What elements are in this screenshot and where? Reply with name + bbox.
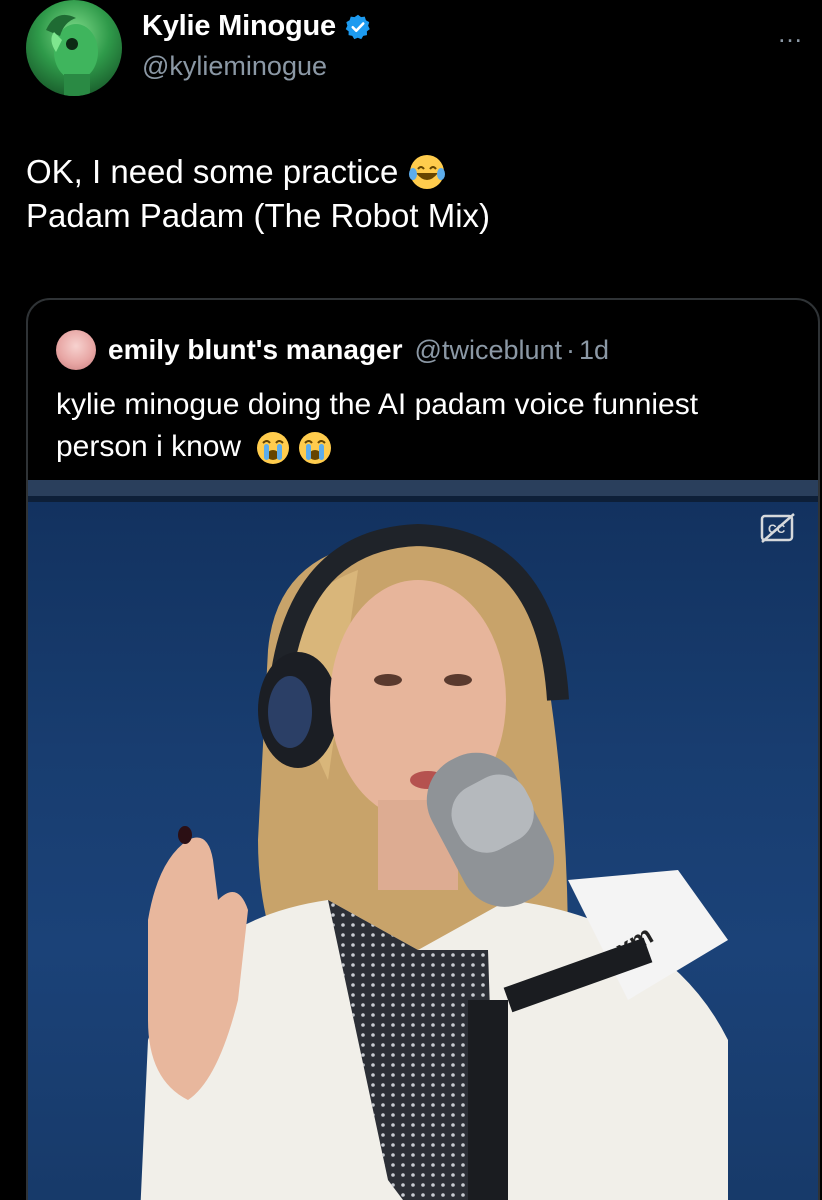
loudly-crying-face-icon [257, 432, 290, 465]
quoted-tweet[interactable]: emily blunt's manager @twiceblunt · 1d k… [26, 298, 820, 1200]
video-frame: sxm [28, 480, 818, 1200]
quoted-video[interactable]: sxm CC [28, 480, 818, 1200]
tweet: Kylie Minogue @kylieminogue … OK, I need… [0, 0, 822, 1200]
verified-badge-icon [345, 14, 370, 39]
more-options-icon[interactable]: … [777, 18, 804, 49]
quoted-author-name[interactable]: emily blunt's manager [108, 334, 403, 366]
quoted-timestamp[interactable]: 1d [579, 335, 609, 366]
quoted-author-handle[interactable]: @twiceblunt [415, 335, 562, 366]
author-name[interactable]: Kylie Minogue [142, 10, 336, 43]
face-with-tears-of-joy-icon [409, 155, 446, 189]
loudly-crying-face-icon [299, 432, 332, 465]
quoted-text-block: kylie minogue doing the AI padam voice f… [56, 384, 796, 468]
tweet-line-2: Padam Padam (The Robot Mix) [26, 197, 491, 234]
author-handle[interactable]: @kylieminogue [142, 51, 372, 82]
tweet-text: OK, I need some practice Padam Padam (Th… [26, 150, 490, 238]
author-avatar[interactable] [26, 0, 122, 96]
quoted-author-avatar[interactable] [56, 330, 96, 370]
quoted-separator: · [566, 334, 576, 365]
quoted-text: kylie minogue doing the AI padam voice f… [56, 388, 699, 463]
tweet-line-1: OK, I need some practice [26, 153, 399, 190]
closed-captions-icon[interactable]: CC [760, 510, 796, 546]
